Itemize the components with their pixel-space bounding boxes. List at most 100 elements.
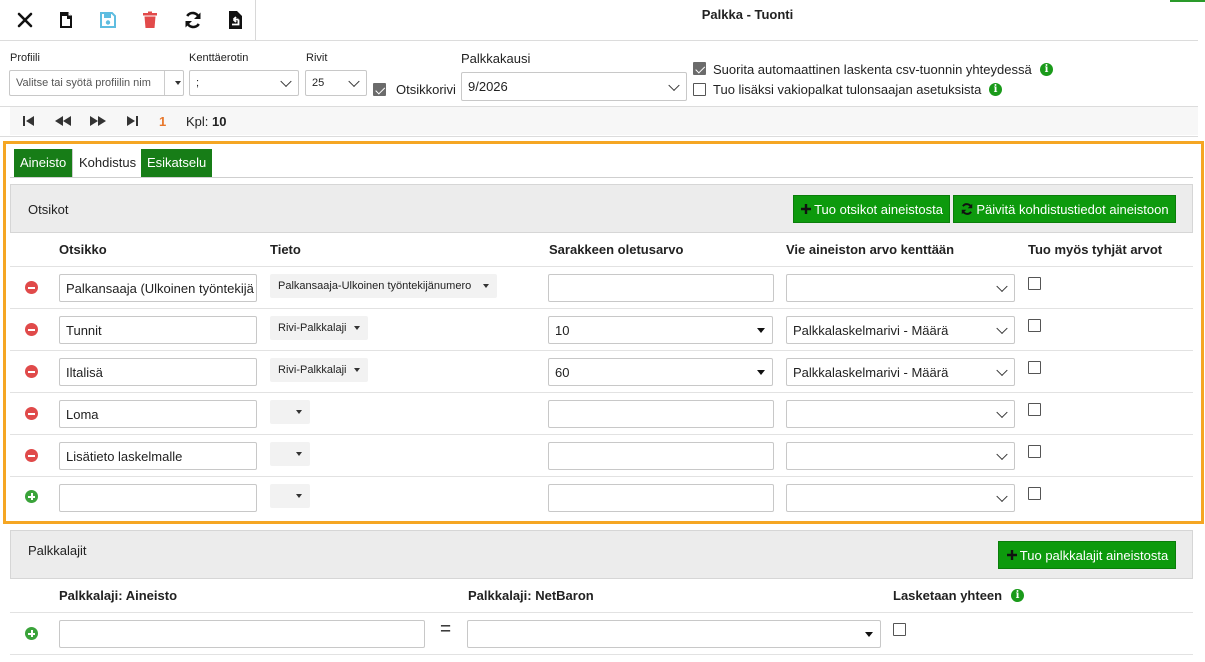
plus-icon xyxy=(801,204,812,214)
empty-values-checkbox[interactable] xyxy=(1028,403,1041,416)
remove-row-icon[interactable] xyxy=(25,323,38,336)
profile-combo[interactable]: Valitse tai syötä profiilin nim xyxy=(9,70,184,96)
col-header-source-pay-type: Palkkalaji: Aineisto xyxy=(59,588,178,603)
target-select[interactable] xyxy=(786,400,1015,428)
default-value: 10 xyxy=(555,322,570,338)
tieto-dropdown[interactable] xyxy=(270,484,310,508)
next-page-button[interactable] xyxy=(87,112,109,130)
remove-row-icon[interactable] xyxy=(25,365,38,378)
remove-row-icon[interactable] xyxy=(25,449,38,462)
target-select[interactable] xyxy=(786,442,1015,470)
empty-values-checkbox[interactable] xyxy=(1028,487,1041,500)
col-header-tieto: Tieto xyxy=(270,242,301,257)
otsikko-input[interactable]: Iltalisä xyxy=(59,358,257,386)
default-input[interactable] xyxy=(548,400,774,428)
row-divider xyxy=(10,392,1193,393)
otsikko-input[interactable]: Tunnit xyxy=(59,316,257,344)
tieto-value: Rivi-Palkkalaji xyxy=(278,322,347,334)
rows-value: 25 xyxy=(312,77,325,89)
period-select[interactable]: 9/2026 xyxy=(461,72,687,101)
info-icon[interactable]: i xyxy=(989,83,1002,96)
otsikko-input[interactable]: Palkansaaja (Ulkoinen työntekijä xyxy=(59,274,257,302)
first-page-icon xyxy=(23,116,34,126)
otsikot-title: Otsikot xyxy=(28,202,69,217)
last-page-icon xyxy=(127,116,138,126)
default-input[interactable] xyxy=(548,484,774,512)
target-select[interactable] xyxy=(786,484,1015,512)
otsikko-value: Tunnit xyxy=(66,322,102,338)
col-header-target: Vie aineiston arvo kenttään xyxy=(786,242,955,257)
tab-esikatselu[interactable]: Esikatselu xyxy=(141,149,213,177)
info-icon[interactable]: i xyxy=(1011,589,1024,602)
import-pay-types-button[interactable]: Tuo palkkalajit aineistosta xyxy=(998,541,1176,569)
combo-dropdown-button[interactable] xyxy=(750,359,772,385)
combo-dropdown-button[interactable] xyxy=(858,621,880,647)
otsikko-input[interactable]: Loma xyxy=(59,400,257,428)
window-corner-marker xyxy=(1170,0,1205,2)
rows-select[interactable]: 25 xyxy=(305,70,367,96)
remove-row-icon[interactable] xyxy=(25,281,38,294)
caret-down-icon xyxy=(757,370,765,375)
separator-select[interactable]: ; xyxy=(189,70,299,96)
default-input[interactable] xyxy=(548,442,774,470)
caret-down-icon xyxy=(483,284,489,288)
chevron-down-icon xyxy=(668,79,680,91)
header-row-label: Otsikkorivi xyxy=(396,82,456,97)
target-select[interactable] xyxy=(786,274,1015,302)
caret-down-icon xyxy=(296,494,302,498)
combo-dropdown-button[interactable] xyxy=(750,317,772,343)
chevron-down-icon xyxy=(996,406,1008,419)
rewind-icon xyxy=(55,116,71,126)
row-divider xyxy=(10,350,1193,351)
auto-calc-checkbox[interactable] xyxy=(693,62,706,75)
fast-forward-icon xyxy=(90,116,106,126)
plus-icon xyxy=(1006,550,1017,560)
default-pay-checkbox[interactable] xyxy=(693,83,706,96)
target-select[interactable]: Palkkalaskelmarivi - Määrä xyxy=(786,316,1015,344)
default-input[interactable] xyxy=(548,274,774,302)
otsikko-input[interactable]: Lisätieto laskelmalle xyxy=(59,442,257,470)
header-row-checkbox[interactable] xyxy=(373,83,386,96)
empty-values-checkbox[interactable] xyxy=(1028,445,1041,458)
update-mapping-button[interactable]: Päivitä kohdistustiedot aineistoon xyxy=(953,195,1176,223)
add-row-icon[interactable] xyxy=(25,490,38,503)
info-icon[interactable]: i xyxy=(1040,63,1053,76)
import-headers-button[interactable]: Tuo otsikot aineistosta xyxy=(793,195,950,223)
tab-kohdistus[interactable]: Kohdistus xyxy=(72,149,144,177)
tieto-dropdown[interactable] xyxy=(270,442,310,466)
target-value: Palkkalaskelmarivi - Määrä xyxy=(793,364,949,380)
chevron-down-icon xyxy=(996,364,1008,377)
target-value: Palkkalaskelmarivi - Määrä xyxy=(793,322,949,338)
last-page-button[interactable] xyxy=(122,112,144,130)
col-header-target-pay-type: Palkkalaji: NetBaron xyxy=(468,588,594,603)
target-pay-type-combo[interactable] xyxy=(467,620,881,648)
empty-values-checkbox[interactable] xyxy=(1028,277,1041,290)
tieto-dropdown[interactable]: Palkansaaja-Ulkoinen työntekijänumero xyxy=(270,274,497,298)
chevron-down-icon xyxy=(348,75,360,88)
first-page-button[interactable] xyxy=(18,112,40,130)
col-header-sum: Lasketaan yhteen xyxy=(893,588,1003,603)
default-combo[interactable]: 60 xyxy=(548,358,773,386)
prev-page-button[interactable] xyxy=(52,112,74,130)
separator-value: ; xyxy=(196,77,200,89)
tieto-dropdown[interactable]: Rivi-Palkkalaji xyxy=(270,316,368,340)
add-pay-type-icon[interactable] xyxy=(25,627,38,640)
sum-checkbox[interactable] xyxy=(893,623,906,636)
header-divider xyxy=(10,266,1193,267)
toolbar-divider xyxy=(0,40,1198,41)
source-pay-type-input[interactable] xyxy=(59,620,425,648)
default-combo[interactable]: 10 xyxy=(548,316,773,344)
tieto-dropdown[interactable]: Rivi-Palkkalaji xyxy=(270,358,368,382)
tieto-dropdown[interactable] xyxy=(270,400,310,424)
remove-row-icon[interactable] xyxy=(25,407,38,420)
tab-aineisto[interactable]: Aineisto xyxy=(14,149,73,177)
otsikko-value: Iltalisä xyxy=(66,364,103,380)
otsikko-input[interactable] xyxy=(59,484,257,512)
refresh-icon xyxy=(962,203,973,215)
palkkalajit-title: Palkkalajit xyxy=(28,543,87,558)
current-page[interactable]: 1 xyxy=(159,114,166,129)
tieto-value: Rivi-Palkkalaji xyxy=(278,364,347,376)
empty-values-checkbox[interactable] xyxy=(1028,319,1041,332)
target-select[interactable]: Palkkalaskelmarivi - Määrä xyxy=(786,358,1015,386)
empty-values-checkbox[interactable] xyxy=(1028,361,1041,374)
